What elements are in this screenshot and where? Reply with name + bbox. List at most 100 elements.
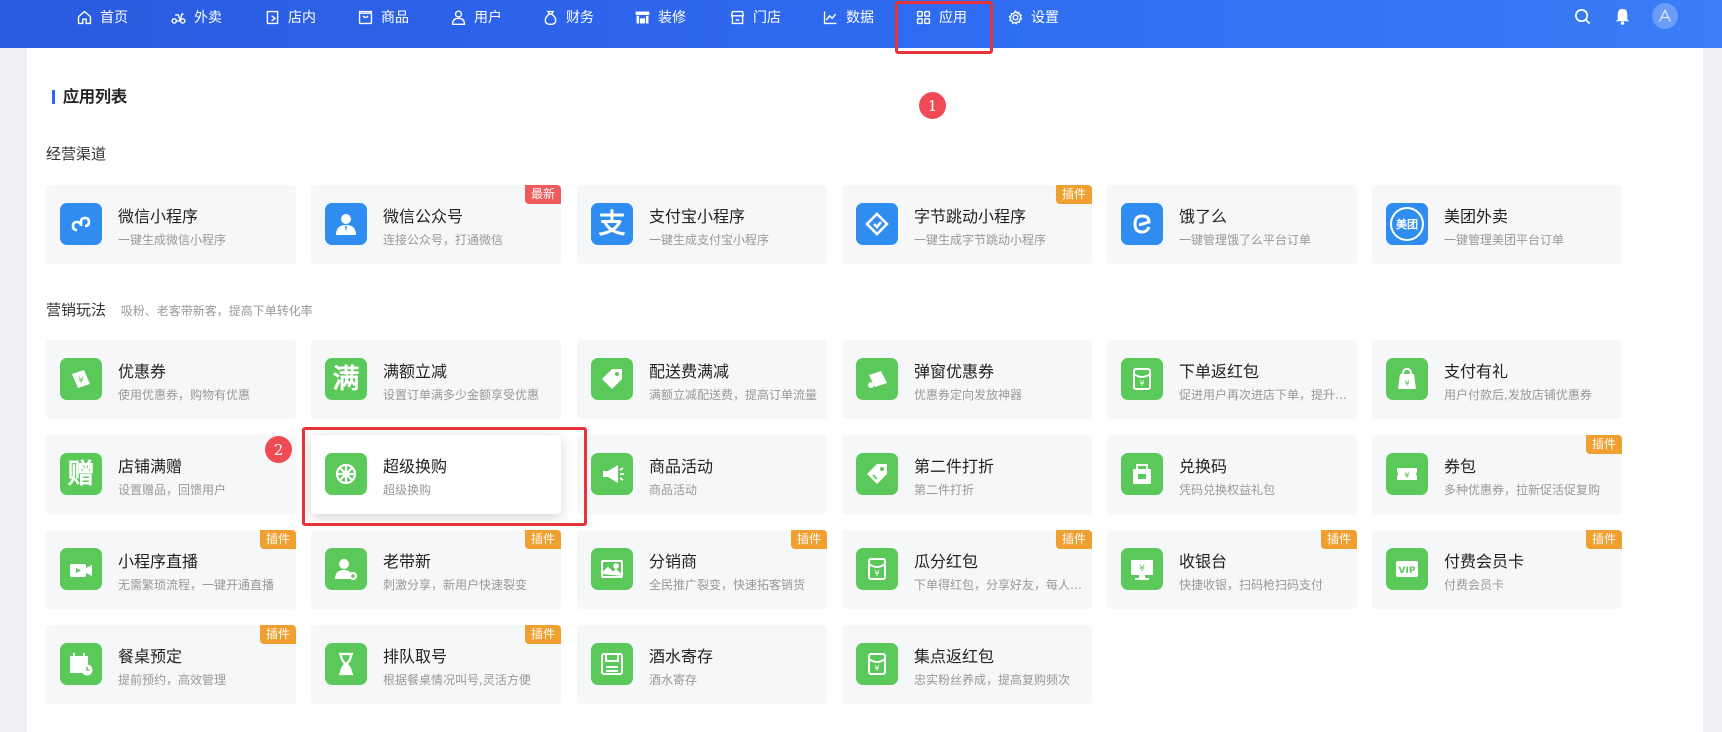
- plugin-badge: 插件: [1055, 530, 1092, 549]
- megaphone-icon: [591, 453, 633, 495]
- app-name: 券包: [1444, 457, 1477, 476]
- plugin-badge: 插件: [1320, 530, 1357, 549]
- app-card-referral[interactable]: 老带新 刺激分享，新用户快速裂变 插件: [311, 530, 561, 609]
- app-card-payment-gift[interactable]: ¥ 支付有礼 用户付款后,发放店铺优惠券: [1372, 340, 1622, 419]
- app-name: 优惠券: [118, 362, 167, 381]
- app-card-full-reduction[interactable]: 满 满额立减 设置订单满多少金额享受优惠: [311, 340, 561, 419]
- app-card-store-gift[interactable]: 赠 店铺满赠 设置赠品，回馈用户: [46, 435, 296, 514]
- app-card-cashier[interactable]: ¥ 收银台 快捷收银，扫码枪扫码支付 插件: [1107, 530, 1357, 609]
- money-bag-icon: [544, 10, 557, 25]
- nav-item-decoration[interactable]: 装修: [634, 0, 686, 34]
- app-name: 兑换码: [1179, 457, 1228, 476]
- plugin-badge: 插件: [1585, 530, 1622, 549]
- app-desc: 超级换购: [383, 483, 432, 497]
- new-badge: 最新: [524, 185, 561, 204]
- plugin-badge: 插件: [790, 530, 827, 549]
- shop-decor-icon: [635, 11, 650, 23]
- app-card-meituan[interactable]: 美团 美团外卖 一键管理美团平台订单: [1372, 185, 1622, 264]
- plugin-badge: 插件: [1585, 435, 1622, 454]
- app-card-super-exchange[interactable]: 超级换购 超级换购: [311, 435, 561, 514]
- app-card-coupon[interactable]: ¥ 优惠券 使用优惠券，购物有优惠: [46, 340, 296, 419]
- scooter-icon: [171, 12, 186, 24]
- plugin-badge: 插件: [524, 530, 561, 549]
- apps-grid-icon: [916, 10, 931, 24]
- hourglass-icon: [325, 643, 367, 685]
- app-name: 分销商: [649, 552, 698, 571]
- nav-label: 用户: [474, 10, 502, 26]
- app-desc: 全民推广裂变，快速拓客销货: [649, 578, 806, 592]
- app-name: 餐桌预定: [118, 647, 183, 666]
- nav-label: 装修: [658, 10, 686, 26]
- plugin-badge: 插件: [259, 530, 296, 549]
- app-card-table-booking[interactable]: 餐桌预定 提前预约，高效管理 插件: [46, 625, 296, 704]
- nav-label: 设置: [1031, 10, 1059, 26]
- nav-label: 店内: [288, 10, 316, 26]
- app-card-popup-coupon[interactable]: 弹窗优惠券 优惠券定向发放神器: [842, 340, 1092, 419]
- nav-item-stores[interactable]: 门店: [729, 0, 781, 34]
- nav-item-goods[interactable]: 商品: [357, 0, 409, 34]
- app-name: 收银台: [1179, 552, 1228, 571]
- app-card-second-discount[interactable]: 第二件打折 第二件打折: [842, 435, 1092, 514]
- app-card-alipay-mini[interactable]: 支 支付宝小程序 一键生成支付宝小程序: [577, 185, 827, 264]
- app-card-paid-vip[interactable]: VIP 付费会员卡 付费会员卡 插件: [1372, 530, 1622, 609]
- svg-text:¥: ¥: [1139, 564, 1145, 574]
- image-share-icon: [591, 548, 633, 590]
- app-name: 美团外卖: [1444, 207, 1509, 226]
- notifications-button[interactable]: [1613, 0, 1632, 32]
- app-desc: 商品活动: [649, 483, 698, 497]
- app-desc: 满额立减配送费，提高订单流量: [649, 388, 818, 402]
- app-desc: 一键生成字节跳动小程序: [914, 233, 1047, 247]
- nav-item-settings[interactable]: 设置: [1007, 0, 1059, 34]
- price-tag-icon: [856, 453, 898, 495]
- app-name: 满额立减: [383, 362, 448, 381]
- app-card-eleme[interactable]: 饿了么 一键管理饿了么平台订单: [1107, 185, 1357, 264]
- svg-text:VIP: VIP: [1399, 566, 1416, 576]
- app-desc: 连接公众号，打通微信: [383, 233, 504, 247]
- full-reduction-icon: 满: [325, 358, 367, 400]
- app-name: 弹窗优惠券: [914, 362, 995, 381]
- app-name: 商品活动: [649, 457, 714, 476]
- nav-item-takeout[interactable]: 外卖: [170, 0, 222, 34]
- app-card-goods-activity[interactable]: 商品活动 商品活动: [577, 435, 827, 514]
- app-card-bytedance-mini[interactable]: 字节跳动小程序 一键生成字节跳动小程序 插件: [842, 185, 1092, 264]
- app-card-coupon-pack[interactable]: ¥ 券包 多种优惠券，拉新促活促复购 插件: [1372, 435, 1622, 514]
- app-desc: 根据餐桌情况叫号,灵活方便: [383, 673, 531, 687]
- app-card-mini-live[interactable]: 小程序直播 无需繁琐流程，一键开通直播 插件: [46, 530, 296, 609]
- red-envelope-icon: ¥: [1121, 358, 1163, 400]
- nav-item-finance[interactable]: 财务: [542, 0, 594, 34]
- nav-label: 首页: [100, 10, 128, 26]
- coupon-pack-icon: ¥: [1386, 453, 1428, 495]
- search-button[interactable]: [1573, 0, 1592, 32]
- nav-item-users[interactable]: 用户: [450, 0, 502, 34]
- bag-icon: [358, 10, 373, 24]
- app-card-redeem-code[interactable]: 兑换码 凭码兑换权益礼包: [1107, 435, 1357, 514]
- app-card-order-red-envelope[interactable]: ¥ 下单返红包 促进用户再次进店下单，提升复购: [1107, 340, 1357, 419]
- avatar[interactable]: [1652, 3, 1678, 29]
- svg-text:¥: ¥: [78, 376, 84, 386]
- popup-coupon-icon: [856, 358, 898, 400]
- app-desc: 一键管理美团平台订单: [1444, 233, 1565, 247]
- nav-item-apps[interactable]: 应用: [915, 0, 967, 34]
- app-name: 超级换购: [383, 457, 448, 476]
- app-card-points-envelope[interactable]: ¥ 集点返红包 忠实粉丝养成，提高复购频次: [842, 625, 1092, 704]
- app-card-wechat-official[interactable]: 微信公众号 连接公众号，打通微信 最新: [311, 185, 561, 264]
- svg-text:¥: ¥: [874, 664, 879, 673]
- nav-label: 数据: [846, 10, 874, 26]
- nav-label: 外卖: [194, 10, 222, 26]
- svg-text:¥: ¥: [1139, 379, 1144, 388]
- app-name: 瓜分红包: [914, 552, 979, 571]
- nav-item-data[interactable]: 数据: [822, 0, 874, 34]
- app-name: 小程序直播: [118, 552, 199, 571]
- app-card-split-envelope[interactable]: ¥ 瓜分红包 下单得红包，分享好友，每人都能得 插件: [842, 530, 1092, 609]
- nav-item-home[interactable]: 首页: [76, 0, 128, 34]
- app-card-drink-storage[interactable]: 酒水寄存 酒水寄存: [577, 625, 827, 704]
- app-card-wechat-mini[interactable]: 微信小程序 一键生成微信小程序: [46, 185, 296, 264]
- search-icon: [1574, 8, 1591, 24]
- app-card-delivery-discount[interactable]: 配送费满减 满额立减配送费，提高订单流量: [577, 340, 827, 419]
- app-desc: 下单得红包，分享好友，每人都能得: [914, 578, 1084, 592]
- app-card-queue[interactable]: 排队取号 根据餐桌情况叫号,灵活方便 插件: [311, 625, 561, 704]
- nav-item-dine-in[interactable]: 店内: [264, 0, 316, 34]
- meituan-icon-wrap: 美团: [1386, 203, 1428, 245]
- app-desc: 酒水寄存: [649, 673, 698, 687]
- app-card-distributor[interactable]: 分销商 全民推广裂变，快速拓客销货 插件: [577, 530, 827, 609]
